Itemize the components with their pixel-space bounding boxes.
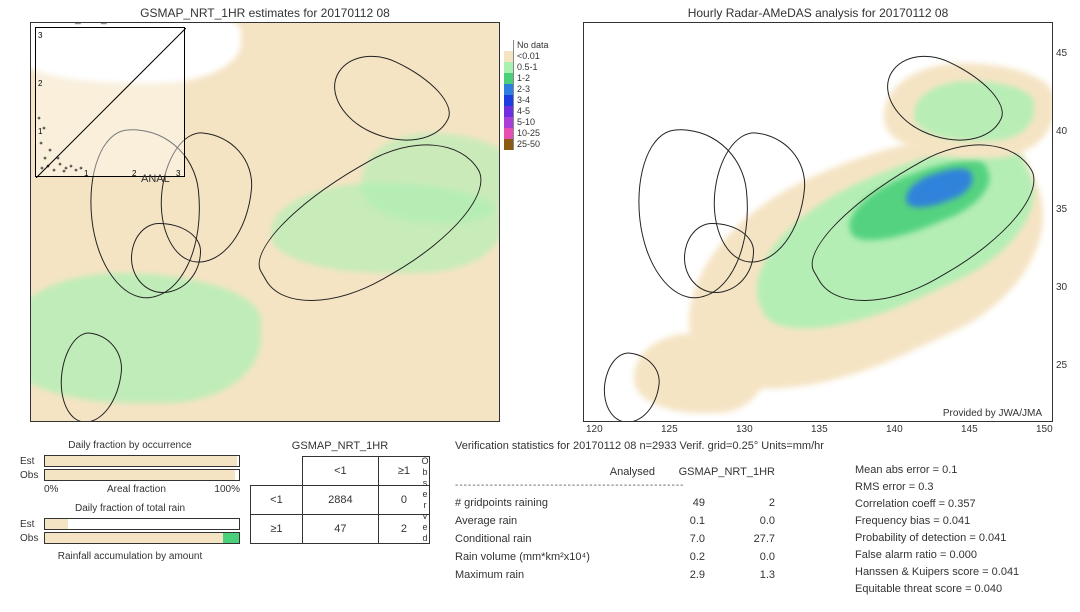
color-legend: No data<0.010.5-11-22-33-44-55-1010-2525… <box>504 40 564 150</box>
stats-row: Average rain0.10.0 <box>455 512 835 530</box>
verif-header: Verification statistics for 20170112 08 … <box>455 440 824 452</box>
stats-row: # gridpoints raining492 <box>455 494 835 512</box>
legend-item: 4-5 <box>504 106 564 117</box>
lon-tick: 135 <box>811 424 828 435</box>
svg-text:3: 3 <box>38 31 43 40</box>
stats-rows: # gridpoints raining492Average rain0.10.… <box>455 494 835 584</box>
stats-row: Rain volume (mm*km²x10⁴)0.20.0 <box>455 548 835 566</box>
axis-left: 0% <box>44 484 58 495</box>
legend-item: 3-4 <box>504 95 564 106</box>
ct-ge-lt: 47 <box>302 515 378 544</box>
right-map-title: Hourly Radar-AMeDAS analysis for 2017011… <box>583 6 1053 20</box>
axis-right: 100% <box>214 484 240 495</box>
rainfall-accum-title: Rainfall accumulation by amount <box>20 551 240 562</box>
analysed-header: Analysed GSMAP_NRT_1HR <box>455 466 835 478</box>
lat-tick: 45 <box>1056 48 1067 59</box>
axis-mid: Areal fraction <box>107 484 166 495</box>
lat-tick: 40 <box>1056 126 1067 137</box>
totalrain-title: Daily fraction of total rain <box>20 503 240 514</box>
inset-label: GSMAP_NRT_1HR <box>39 22 127 25</box>
fraction-bars: Daily fraction by occurrence Est Obs 0% … <box>20 440 240 565</box>
lat-tick: 35 <box>1056 204 1067 215</box>
svg-text:2: 2 <box>38 79 43 88</box>
stats-row: Maximum rain2.91.3 <box>455 566 835 584</box>
lon-tick: 125 <box>661 424 678 435</box>
legend-item: 1-2 <box>504 73 564 84</box>
metric-row: Correlation coeff = 0.357 <box>855 498 1019 515</box>
ct-col-lt: <1 <box>302 457 378 486</box>
left-map-title: GSMAP_NRT_1HR estimates for 20170112 08 <box>30 6 500 20</box>
lon-tick: 145 <box>961 424 978 435</box>
legend-item: 2-3 <box>504 84 564 95</box>
obs-label: Obs <box>20 470 44 481</box>
gsmap-map-panel: GSMAP_NRT_1HR 3 2 1 1 2 3 ANAL <box>30 22 500 422</box>
legend-item: 10-25 <box>504 128 564 139</box>
dashes: ----------------------------------------… <box>455 480 685 491</box>
legend-item: 5-10 <box>504 117 564 128</box>
svg-text:1: 1 <box>38 127 43 136</box>
legend-item: No data <box>504 40 564 51</box>
metric-row: Frequency bias = 0.041 <box>855 515 1019 532</box>
occurrence-title: Daily fraction by occurrence <box>20 440 240 451</box>
legend-item: 25-50 <box>504 139 564 150</box>
lon-tick: 130 <box>736 424 753 435</box>
radar-map-panel: Provided by JWA/JMA <box>583 22 1053 422</box>
bottom-panel: Daily fraction by occurrence Est Obs 0% … <box>0 440 1080 612</box>
ct-title: GSMAP_NRT_1HR <box>250 440 430 452</box>
legend-item: 0.5-1 <box>504 62 564 73</box>
metric-row: RMS error = 0.3 <box>855 481 1019 498</box>
ct-lt-ge: 0 <box>378 486 429 515</box>
svg-text:3: 3 <box>176 169 181 178</box>
metrics-block: Mean abs error = 0.1RMS error = 0.3Corre… <box>855 464 1019 600</box>
scatter-inset-svg: 3 2 1 1 2 3 <box>36 28 186 178</box>
metric-row: False alarm ratio = 0.000 <box>855 549 1019 566</box>
legend-item: <0.01 <box>504 51 564 62</box>
ct-col-ge: ≥1 <box>378 457 429 486</box>
ct-row-lt: <1 <box>251 486 303 515</box>
ct-row-ge: ≥1 <box>251 515 303 544</box>
scatter-inset: GSMAP_NRT_1HR 3 2 1 1 2 3 <box>35 27 185 177</box>
provided-by: Provided by JWA/JMA <box>943 408 1042 419</box>
svg-text:1: 1 <box>84 169 89 178</box>
lon-tick: 140 <box>886 424 903 435</box>
ct-ge-ge: 2 <box>378 515 429 544</box>
metric-row: Equitable threat score = 0.040 <box>855 583 1019 600</box>
lat-tick: 25 <box>1056 360 1067 371</box>
anal-label: ANAL <box>141 173 170 185</box>
stats-row: Conditional rain7.027.7 <box>455 530 835 548</box>
metric-row: Mean abs error = 0.1 <box>855 464 1019 481</box>
lon-tick: 120 <box>586 424 603 435</box>
ct-lt-lt: 2884 <box>302 486 378 515</box>
est-label: Est <box>20 456 44 467</box>
metric-row: Probability of detection = 0.041 <box>855 532 1019 549</box>
lat-tick: 30 <box>1056 282 1067 293</box>
metric-row: Hanssen & Kuipers score = 0.041 <box>855 566 1019 583</box>
svg-text:2: 2 <box>132 169 137 178</box>
contingency-table: GSMAP_NRT_1HR <1 ≥1 <1 2884 0 ≥1 47 2 <box>250 440 430 544</box>
lon-tick: 150 <box>1036 424 1053 435</box>
